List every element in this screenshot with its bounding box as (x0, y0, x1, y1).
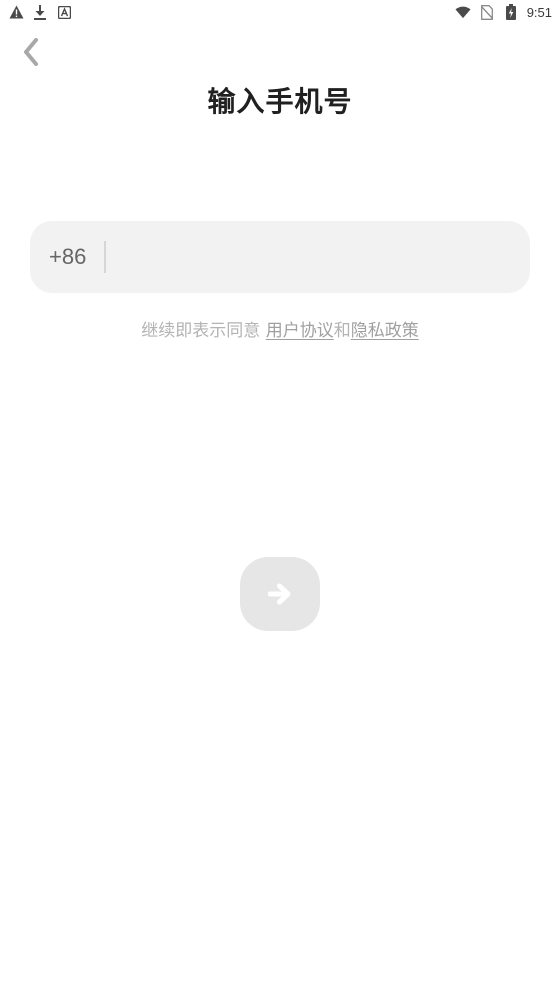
chevron-left-icon (24, 38, 38, 66)
no-sim-icon (479, 4, 495, 20)
warning-icon (8, 4, 24, 20)
app-a-icon (56, 4, 72, 20)
back-button[interactable] (14, 34, 48, 70)
status-time: 9:51 (526, 4, 552, 20)
phone-input[interactable] (106, 221, 530, 293)
user-agreement-link[interactable]: 用户协议 (266, 321, 334, 341)
status-right: 9:51 (455, 4, 552, 20)
status-left (8, 4, 72, 20)
agreement-conjunction: 和 (333, 321, 351, 341)
wifi-icon (455, 4, 471, 20)
download-icon (32, 4, 48, 20)
arrow-right-icon (268, 583, 291, 605)
next-button[interactable] (240, 557, 320, 631)
phone-input-container[interactable]: +86 (30, 221, 530, 293)
status-bar: 9:51 (0, 0, 560, 24)
agreement-text: 继续即表示同意 用户协议和隐私政策 (0, 316, 560, 341)
privacy-policy-link[interactable]: 隐私政策 (351, 321, 419, 341)
country-code[interactable]: +86 (49, 244, 86, 270)
page-title: 输入手机号 (207, 85, 353, 118)
agreement-prefix: 继续即表示同意 (141, 321, 261, 341)
battery-charging-icon (503, 4, 519, 20)
